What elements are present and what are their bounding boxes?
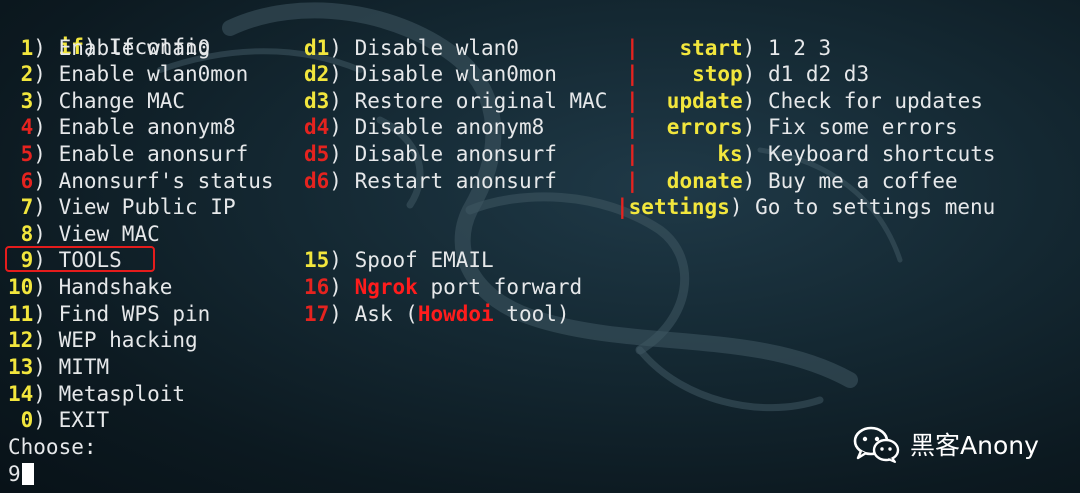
menu-item-8[interactable]: 8) View MAC: [8, 221, 160, 247]
terminal-window: if) Ifconfig 1) Enable wlan0 2) Enable w…: [0, 0, 1080, 493]
menu-item-d2[interactable]: d2) Disable wlan0mon: [304, 61, 557, 87]
menu-item-label: Enable wlan0: [58, 36, 211, 60]
menu-item-label: Enable wlan0mon: [58, 62, 249, 86]
howdoi-highlight: Howdoi: [417, 302, 494, 326]
menu-item-d6[interactable]: d6) Restart anonsurf: [304, 168, 557, 194]
menu-item-d3[interactable]: d3) Restore original MAC: [304, 88, 607, 114]
menu-item-12[interactable]: 12) WEP hacking: [8, 327, 198, 353]
menu-item-10[interactable]: 10) Handshake: [8, 274, 172, 300]
shortcut-stop[interactable]: | stop) d1 d2 d3: [626, 61, 869, 87]
tools-highlight-box: [5, 246, 155, 272]
wechat-icon: [853, 426, 900, 463]
shortcut-update[interactable]: | update) Check for updates: [626, 88, 983, 114]
shortcut-start[interactable]: | start) 1 2 3: [626, 35, 831, 61]
menu-item-label: WEP hacking: [58, 328, 198, 352]
menu-item-16[interactable]: 16) Ngrok port forward: [304, 274, 582, 300]
menu-item-label: Metasploit: [58, 382, 186, 406]
shortcut-ks[interactable]: | ks) Keyboard shortcuts: [626, 141, 996, 167]
menu-item-d1[interactable]: d1) Disable wlan0: [304, 35, 519, 61]
menu-item-4[interactable]: 4) Enable anonym8: [8, 114, 236, 140]
menu-item-5[interactable]: 5) Enable anonsurf: [8, 141, 249, 167]
shortcut-donate[interactable]: | donate) Buy me a coffee: [626, 168, 958, 194]
menu-item-3[interactable]: 3) Change MAC: [8, 88, 185, 114]
shortcut-settings[interactable]: |settings) Go to settings menu: [616, 194, 995, 220]
menu-item-2[interactable]: 2) Enable wlan0mon: [8, 61, 249, 87]
menu-item-7[interactable]: 7) View Public IP: [8, 194, 236, 220]
menu-item-6[interactable]: 6) Anonsurf's status: [8, 168, 274, 194]
menu-item-label: Handshake: [58, 275, 173, 299]
menu-item-label: Enable anonsurf: [58, 142, 249, 166]
menu-item-d5[interactable]: d5) Disable anonsurf: [304, 141, 557, 167]
header-line: if) Ifconfig: [58, 35, 211, 59]
menu-item-label: MITM: [58, 355, 110, 379]
prompt-label: Choose:: [8, 435, 97, 459]
menu-item-13[interactable]: 13) MITM: [8, 354, 109, 380]
menu-item-label: Enable anonym8: [58, 115, 236, 139]
prompt-input-value: 9: [8, 462, 21, 486]
menu-item-1[interactable]: 1) Enable wlan0: [8, 35, 211, 61]
menu-item-label: EXIT: [58, 408, 110, 432]
menu-item-0-exit[interactable]: 0) EXIT: [8, 407, 110, 433]
menu-item-label: Find WPS pin: [58, 302, 211, 326]
prompt-input[interactable]: 9: [8, 461, 34, 487]
text-cursor: [21, 463, 34, 485]
menu-item-15[interactable]: 15) Spoof EMAIL: [304, 247, 494, 273]
menu-item-d4[interactable]: d4) Disable anonym8: [304, 114, 544, 140]
menu-item-label: Change MAC: [58, 89, 186, 113]
menu-item-14[interactable]: 14) Metasploit: [8, 381, 185, 407]
menu-item-label: View Public IP: [58, 195, 236, 219]
menu-item-11[interactable]: 11) Find WPS pin: [8, 301, 210, 327]
watermark-text: 黑客Anony: [910, 431, 1039, 460]
menu-item-17[interactable]: 17) Ask (Howdoi tool): [304, 301, 570, 327]
watermark: 黑客Anony: [852, 424, 1039, 464]
menu-item-label: View MAC: [58, 222, 160, 246]
menu-item-label: Anonsurf's status: [58, 169, 274, 193]
shortcut-errors[interactable]: | errors) Fix some errors: [626, 114, 958, 140]
ngrok-highlight: Ngrok: [354, 275, 418, 299]
